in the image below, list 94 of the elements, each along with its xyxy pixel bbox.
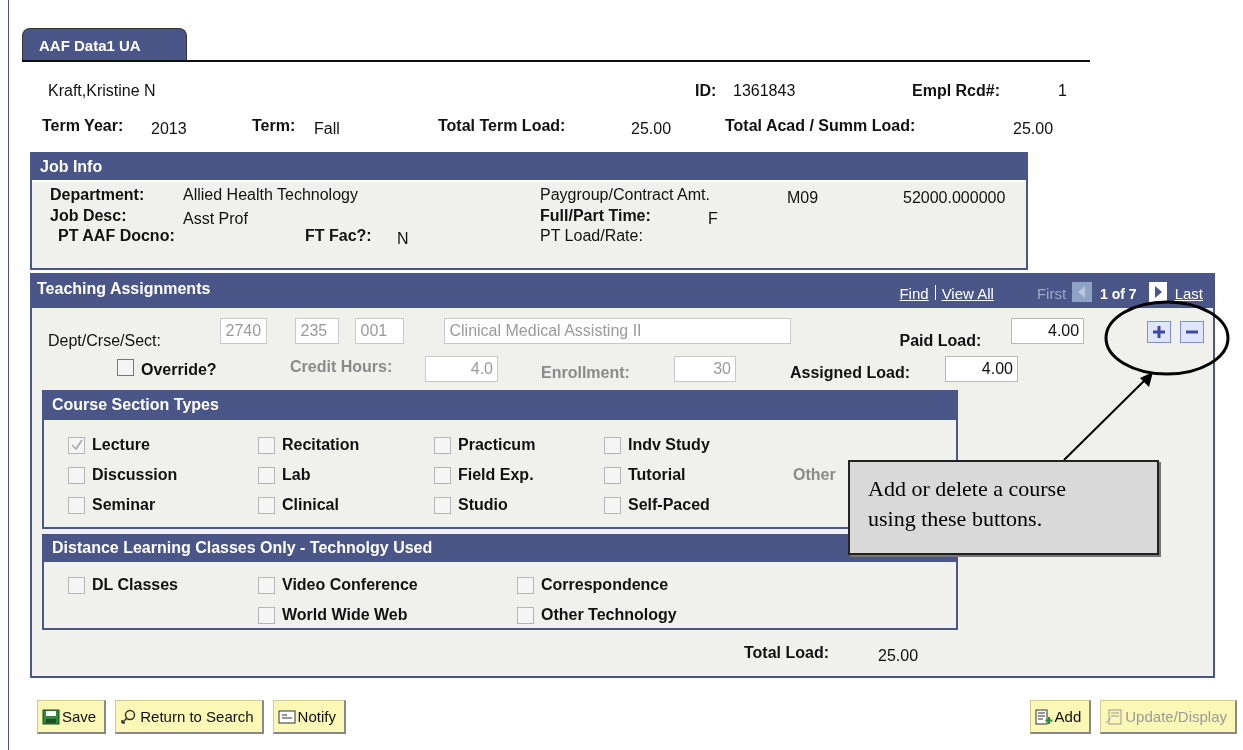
field-label: Enrollment: (541, 364, 631, 382)
checkbox-label: Studio (458, 496, 508, 514)
checkbox[interactable] (434, 496, 451, 514)
field-label: Credit Hours: (290, 358, 394, 376)
term-value: 2013 (151, 120, 188, 138)
total-load-label: Total Load: (744, 644, 831, 662)
field-label: Full/Part Time: (540, 207, 652, 225)
field-value: Asst Prof (183, 210, 249, 228)
field-label: FT Fac?: (305, 227, 373, 245)
field-value: 52000.000000 (903, 189, 1006, 207)
term-label: Total Acad / Summ Load: (725, 117, 917, 135)
checkbox[interactable] (258, 606, 275, 624)
first-link: First (1036, 285, 1067, 302)
checkbox-label: Practicum (458, 436, 536, 454)
checkbox-label: Correspondence (541, 576, 669, 594)
panel-title: Job Info (40, 158, 103, 175)
plus-icon (1152, 325, 1167, 339)
field-label: Assigned Load: (790, 364, 911, 382)
next-icon[interactable] (1148, 282, 1167, 302)
checkbox-label: Video Conference (282, 576, 418, 594)
term-value: 25.00 (631, 120, 673, 138)
checkbox[interactable] (117, 359, 134, 376)
page-tab[interactable]: AAF Data1 UA (22, 28, 187, 60)
checkbox-label: Lab (282, 466, 311, 484)
checkbox-label: World Wide Web (282, 606, 408, 624)
checkbox-label: DL Classes (92, 576, 178, 594)
last-link[interactable]: Last (1174, 285, 1203, 302)
checkbox[interactable] (517, 576, 534, 594)
term-label: Total Term Load: (438, 117, 567, 135)
checkbox-label: Tutorial (628, 466, 686, 484)
checkbox-label: Discussion (92, 466, 178, 484)
checkbox[interactable] (258, 576, 275, 594)
delete-row-button[interactable] (1180, 321, 1204, 343)
term-label: Term Year: (42, 117, 125, 135)
field-label: Paid Load: (899, 332, 983, 350)
checkbox-label: Indv Study (628, 436, 710, 454)
panel-title: Course Section Types (52, 396, 219, 413)
checkbox-label: Field Exp. (458, 466, 534, 484)
action-button[interactable]: Add (1029, 700, 1092, 734)
document-icon (1105, 708, 1124, 725)
field-label: PT Load/Rate: (540, 227, 643, 245)
action-button[interactable]: Return to Search (115, 700, 264, 734)
id-value: 1361843 (733, 82, 797, 100)
add-list-icon (1034, 708, 1053, 725)
checkbox[interactable] (258, 436, 275, 454)
term-value: 25.00 (1013, 120, 1054, 138)
checkbox-label: Self-Paced (628, 496, 710, 514)
field-label: Job Desc: (50, 207, 128, 225)
field-label: Dept/Crse/Sect: (48, 332, 162, 350)
assigned-load-field[interactable]: 4.00 (945, 356, 1018, 382)
checkbox[interactable] (68, 496, 85, 514)
add-row-button[interactable] (1147, 321, 1172, 343)
id-label: ID: (695, 82, 718, 100)
checkbox[interactable] (68, 436, 85, 454)
checkbox[interactable] (604, 466, 621, 484)
term-label: Term: (252, 117, 297, 135)
field-label: Paygroup/Contract Amt. (540, 186, 711, 204)
checkbox[interactable] (434, 466, 451, 484)
field-value: Allied Health Technology (183, 186, 359, 204)
field-label: PT AAF Docno: (58, 227, 176, 245)
view-all-link[interactable]: View All (941, 285, 994, 302)
action-button[interactable]: Notify (272, 700, 346, 734)
checkbox-label: Clinical (282, 496, 339, 514)
employee-name: Kraft,Kristine N (48, 82, 157, 100)
checkbox-label: Recitation (282, 436, 360, 454)
field-value: F (708, 210, 718, 228)
empl-rcd-value: 1 (1058, 82, 1067, 100)
checkbox[interactable] (258, 466, 275, 484)
checkbox[interactable] (68, 466, 85, 484)
total-load-value: 25.00 (878, 647, 919, 665)
field-label: Department: (50, 186, 146, 204)
checkbox-label: Seminar (92, 496, 156, 514)
checkbox[interactable] (517, 606, 534, 624)
field-value: N (397, 230, 410, 248)
field-value: M09 (787, 189, 820, 207)
checkbox-label: Lecture (92, 436, 150, 454)
action-button[interactable]: Save (37, 700, 107, 734)
checkbox[interactable] (68, 576, 85, 594)
other-label: Other (793, 466, 836, 484)
panel-title: Teaching Assignments (37, 280, 211, 298)
term-value: Fall (314, 120, 341, 138)
paid-load-field[interactable]: 4.00 (1011, 318, 1085, 344)
checkbox[interactable] (434, 436, 451, 454)
checkbox[interactable] (604, 496, 621, 514)
panel-title: Distance Learning Classes Only - Technolgy Used (52, 539, 433, 556)
empl-rcd-label: Empl Rcd#: (912, 82, 1001, 100)
note-icon (277, 708, 296, 725)
checkbox[interactable] (604, 436, 621, 454)
callout-note: Add or delete a course using these buttons. (848, 460, 1159, 555)
checkbox-label: Other Technology (541, 606, 677, 624)
find-link[interactable]: Find (899, 285, 929, 302)
checkbox[interactable] (258, 496, 275, 514)
checkbox-label: Override? (141, 361, 218, 379)
row-counter: 1 of 7 (1100, 286, 1137, 302)
